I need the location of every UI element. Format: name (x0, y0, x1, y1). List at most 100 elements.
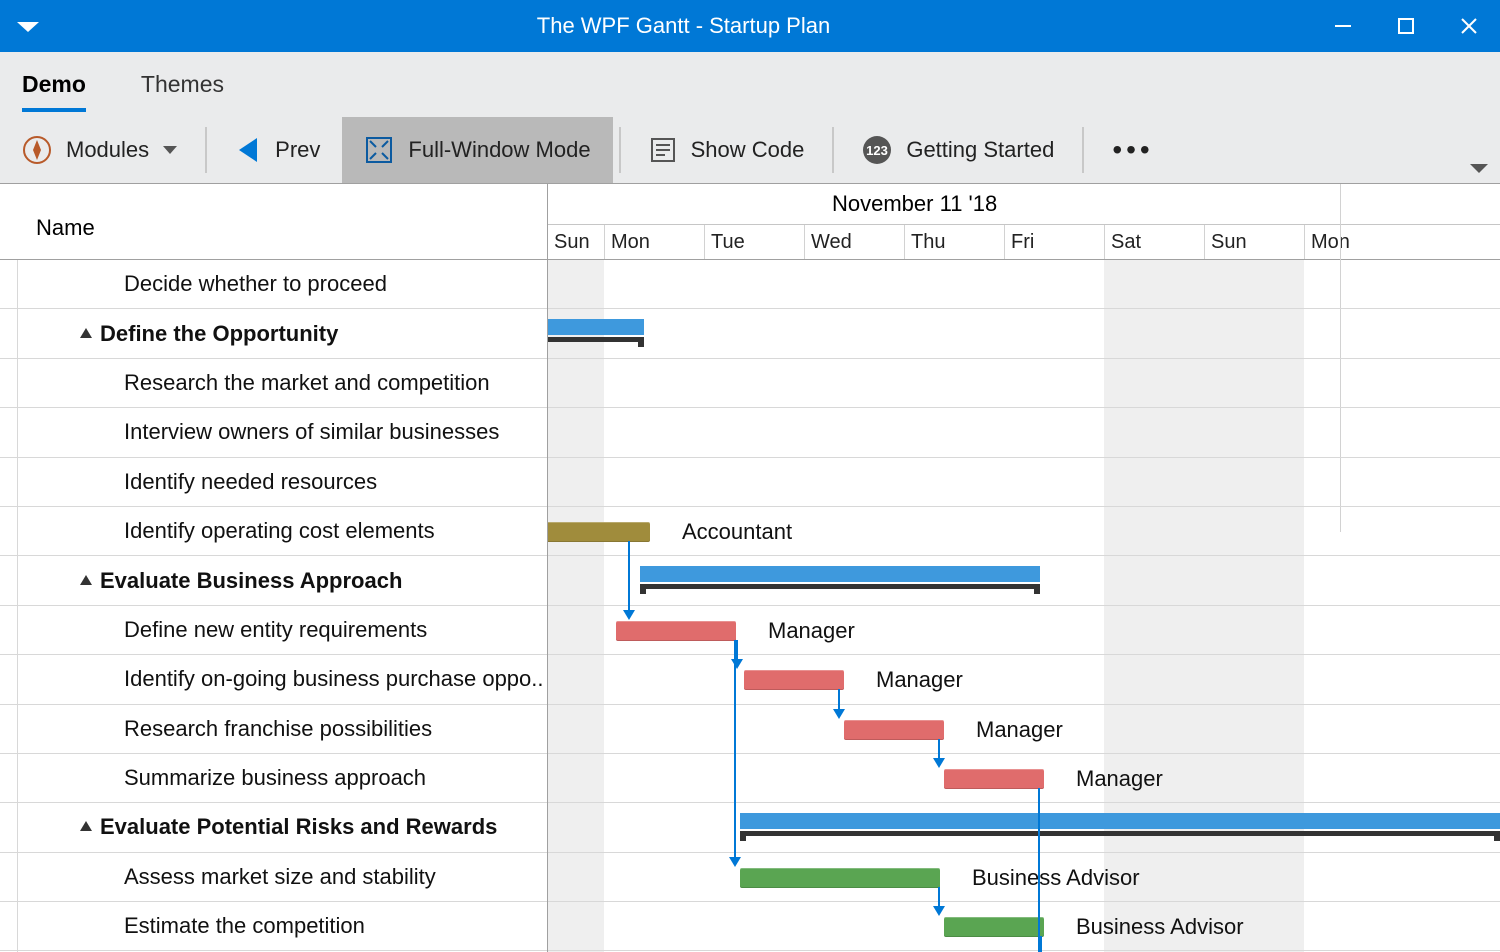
task-row[interactable]: Identify on-going business purchase oppo… (0, 655, 547, 704)
ribbon-expand-button[interactable] (1470, 161, 1488, 179)
collapse-icon[interactable] (80, 821, 92, 831)
task-name: Identify needed resources (18, 469, 385, 495)
summary-bar[interactable] (548, 319, 644, 335)
resource-label: Business Advisor (972, 865, 1140, 891)
resource-label: Manager (1076, 766, 1163, 792)
summary-row[interactable]: Define the Opportunity (0, 309, 547, 358)
task-row[interactable]: Identify needed resources (0, 458, 547, 507)
task-name: Research franchise possibilities (18, 716, 440, 742)
task-name: Evaluate Business Approach (18, 568, 410, 594)
title-bar: The WPF Gantt - Startup Plan (0, 0, 1500, 52)
summary-bar[interactable] (740, 813, 1500, 829)
day-column: Sun (548, 225, 604, 259)
divider (1082, 127, 1084, 173)
dependency-line (1038, 788, 1040, 952)
dependency-line (1040, 936, 1042, 952)
task-bar[interactable] (944, 917, 1044, 937)
collapse-icon[interactable] (80, 575, 92, 585)
task-row[interactable]: Research the market and competition (0, 359, 547, 408)
gantt-area: Name Decide whether to proceed Define the… (0, 184, 1500, 952)
dependency-line (938, 739, 940, 758)
resource-label: Manager (976, 717, 1063, 743)
divider (619, 127, 621, 173)
summary-row[interactable]: Evaluate Potential Risks and Rewards (0, 803, 547, 852)
gettingstarted-button[interactable]: 123 Getting Started (840, 117, 1076, 183)
divider (832, 127, 834, 173)
task-bar[interactable] (944, 769, 1044, 789)
timeline-header: November 11 '18 SunMonTueWedThuFriSatSun… (548, 184, 1500, 260)
task-bar[interactable] (744, 670, 844, 690)
task-name: Evaluate Potential Risks and Rewards (18, 814, 505, 840)
summary-bar[interactable] (640, 566, 1040, 582)
prev-button[interactable]: Prev (213, 117, 342, 183)
task-bar[interactable] (844, 720, 944, 740)
task-name: Define the Opportunity (18, 321, 346, 347)
dependency-arrow-icon (933, 906, 945, 916)
task-list: Name Decide whether to proceed Define the… (0, 184, 548, 952)
summary-baseline (740, 831, 1500, 836)
tab-demo-label: Demo (22, 71, 86, 98)
task-row[interactable]: Decide whether to proceed (0, 260, 547, 309)
fullwindow-button[interactable]: Full-Window Mode (342, 117, 612, 183)
dependency-line (628, 541, 630, 610)
day-column: Mon (604, 225, 704, 259)
showcode-button[interactable]: Show Code (627, 117, 827, 183)
divider (205, 127, 207, 173)
modules-label: Modules (66, 137, 149, 163)
tab-themes[interactable]: Themes (141, 52, 224, 116)
name-column-header[interactable]: Name (0, 184, 547, 260)
gantt-chart-body[interactable]: AccountantManagerManagerManagerManagerBu… (548, 260, 1500, 952)
tab-demo[interactable]: Demo (22, 52, 86, 116)
task-row[interactable]: Estimate the competition (0, 902, 547, 951)
task-bar[interactable] (548, 522, 650, 542)
task-row[interactable]: Research franchise possibilities (0, 705, 547, 754)
task-bar[interactable] (740, 868, 940, 888)
dependency-arrow-icon (623, 610, 635, 620)
window-title: The WPF Gantt - Startup Plan (56, 13, 1311, 39)
app-menu-button[interactable] (0, 0, 56, 52)
task-name: Identify on-going business purchase oppo… (18, 666, 547, 692)
timeline: November 11 '18 SunMonTueWedThuFriSatSun… (548, 184, 1500, 952)
prev-icon (235, 135, 261, 165)
code-icon (649, 135, 677, 165)
dependency-line (734, 640, 736, 857)
task-row[interactable]: Summarize business approach (0, 754, 547, 803)
dependency-line (838, 689, 840, 708)
close-button[interactable] (1437, 0, 1500, 52)
primary-scale-label: November 11 '18 (832, 191, 997, 217)
task-bar[interactable] (616, 621, 736, 641)
compass-icon (22, 135, 52, 165)
summary-baseline (548, 337, 644, 342)
task-name: Define new entity requirements (18, 617, 435, 643)
showcode-label: Show Code (691, 137, 805, 163)
task-name: Decide whether to proceed (18, 271, 395, 297)
task-name: Summarize business approach (18, 765, 434, 791)
day-column: Mon (1304, 225, 1404, 259)
day-column: Sun (1204, 225, 1304, 259)
gettingstarted-label: Getting Started (906, 137, 1054, 163)
day-column: Sat (1104, 225, 1204, 259)
summary-baseline (640, 584, 1040, 589)
more-button[interactable]: ••• (1090, 117, 1175, 183)
task-row[interactable]: Identify operating cost elements (0, 507, 547, 556)
day-column: Thu (904, 225, 1004, 259)
dependency-line (736, 640, 738, 659)
day-column: Tue (704, 225, 804, 259)
task-row[interactable]: Interview owners of similar businesses (0, 408, 547, 457)
modules-button[interactable]: Modules (0, 117, 199, 183)
minimize-button[interactable] (1311, 0, 1374, 52)
summary-row[interactable]: Evaluate Business Approach (0, 556, 547, 605)
chevron-down-icon (163, 143, 177, 157)
collapse-icon[interactable] (80, 328, 92, 338)
dependency-arrow-icon (731, 659, 743, 669)
resource-label: Manager (876, 667, 963, 693)
task-name: Estimate the competition (18, 913, 373, 939)
maximize-button[interactable] (1374, 0, 1437, 52)
task-row[interactable]: Assess market size and stability (0, 853, 547, 902)
dependency-arrow-icon (933, 758, 945, 768)
resource-label: Manager (768, 618, 855, 644)
task-row[interactable]: Define new entity requirements (0, 606, 547, 655)
steps-icon: 123 (862, 135, 892, 165)
task-name: Assess market size and stability (18, 864, 444, 890)
task-name: Identify operating cost elements (18, 518, 443, 544)
